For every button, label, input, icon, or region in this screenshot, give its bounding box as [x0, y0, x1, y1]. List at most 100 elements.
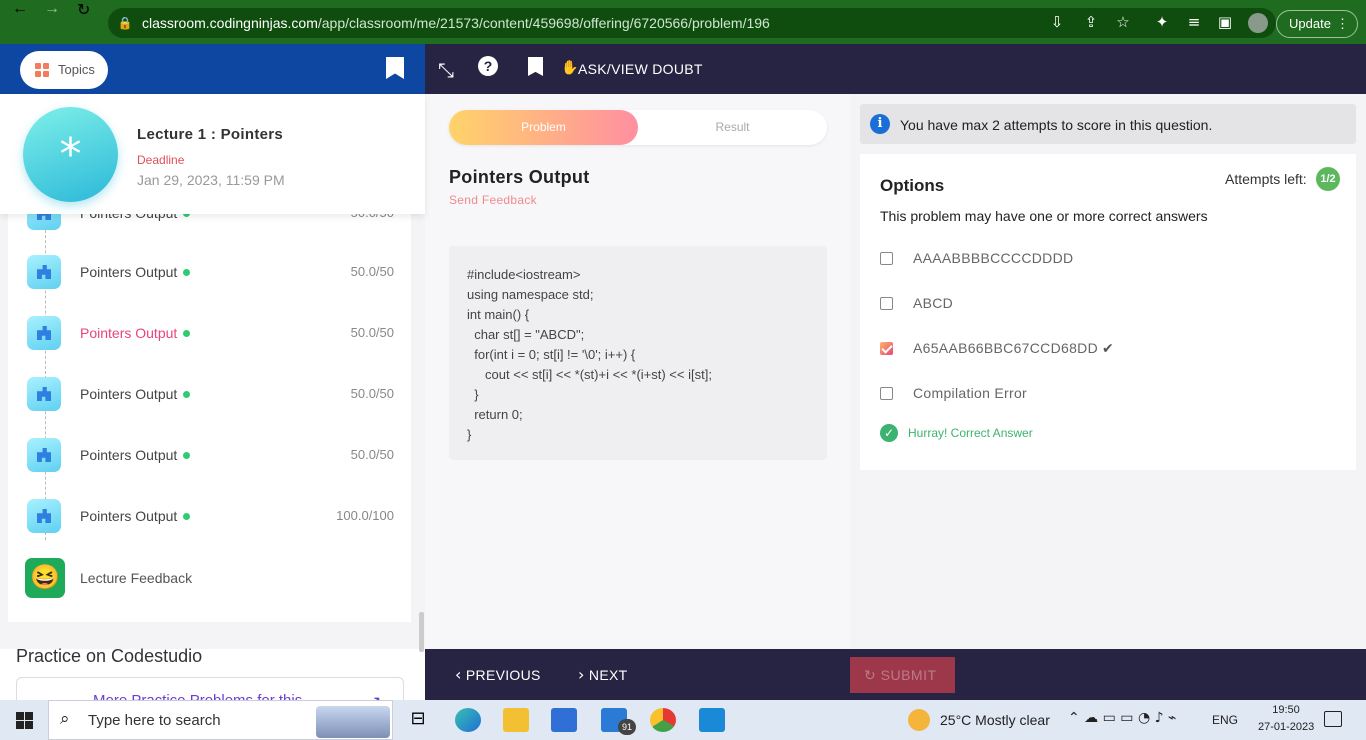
sidebar-item-label: Pointers Output — [80, 264, 191, 280]
item-score: 50.0/50 — [350, 447, 394, 462]
windows-start-icon[interactable] — [16, 712, 33, 729]
smiley-icon[interactable]: 😆 — [25, 558, 65, 598]
reload-icon[interactable]: ↻ — [77, 0, 90, 20]
status-dot — [183, 269, 191, 276]
option-2[interactable]: A65AAB66BBC67CCD68DD ✔ — [880, 338, 1320, 360]
item-score: 50.0/50 — [350, 325, 394, 340]
media-icon[interactable]: ≡ — [1185, 13, 1203, 31]
chrome-icon[interactable] — [650, 708, 676, 732]
notification-icon[interactable] — [1324, 711, 1342, 727]
option-0[interactable]: AAAABBBBCCCCDDDD — [880, 248, 1320, 270]
practice-heading: Practice on Codestudio — [16, 646, 203, 666]
option-text: AAAABBBBCCCCDDDD — [913, 250, 1074, 266]
option-1[interactable]: ABCD — [880, 293, 1320, 315]
refresh-icon: ↻ — [864, 668, 877, 684]
option-text: ABCD — [913, 295, 954, 311]
sidepanel-icon[interactable]: ▣ — [1216, 13, 1234, 31]
sidebar-item-1[interactable]: Pointers Output 50.0/50 — [8, 253, 411, 293]
option-checkbox[interactable] — [880, 252, 893, 265]
submit-button[interactable]: ↻ SUBMIT — [850, 657, 955, 693]
vscode-icon[interactable] — [699, 708, 725, 732]
hand-icon: ✋ — [561, 60, 579, 76]
sidebar-item-2-active[interactable]: Pointers Output 50.0/50 — [8, 314, 411, 354]
option-checkbox[interactable] — [880, 297, 893, 310]
option-3[interactable]: Compilation Error — [880, 383, 1320, 405]
status-dot — [183, 513, 191, 520]
file-explorer-icon[interactable] — [503, 708, 529, 732]
item-score: 100.0/100 — [336, 508, 394, 523]
store-icon[interactable] — [551, 708, 577, 732]
back-icon[interactable]: ← — [12, 0, 28, 18]
check-circle-icon: ✓ — [880, 424, 898, 442]
clock-time[interactable]: 19:50 — [1262, 704, 1310, 716]
puzzle-icon — [27, 377, 61, 411]
sidebar-item-label: Pointers Output — [80, 447, 191, 463]
weather-text[interactable]: 25°C Mostly clear — [940, 712, 1050, 728]
sidebar-item-label: Pointers Output — [80, 386, 191, 402]
url-domain: classroom.codingninjas.com — [142, 15, 318, 31]
sidebar-scrollbar[interactable] — [419, 612, 424, 652]
send-feedback-link[interactable]: Send Feedback — [449, 193, 537, 207]
info-icon: i — [870, 114, 890, 134]
mail-badge: 91 — [618, 719, 636, 735]
search-icon: ⌕ — [60, 709, 70, 729]
code-line: cout << st[i] << *(st)+i << *(i+st) << i… — [467, 367, 712, 382]
chevron-right-icon: › — [578, 665, 585, 684]
previous-button[interactable]: ‹ PREVIOUS — [455, 665, 541, 684]
next-button[interactable]: › NEXT — [578, 665, 627, 684]
sidebar-item-label: Pointers Output — [80, 325, 191, 341]
task-view-icon[interactable]: ⊟ — [405, 708, 431, 732]
search-highlight-image — [316, 706, 390, 738]
submit-label: SUBMIT — [880, 667, 937, 683]
status-dot — [183, 330, 191, 337]
puzzle-icon — [27, 499, 61, 533]
tab-problem[interactable]: Problem — [449, 110, 638, 145]
forward-icon[interactable]: → — [44, 0, 60, 18]
ask-doubt-button[interactable]: ASK/VIEW DOUBT — [578, 61, 703, 77]
tab-result[interactable]: Result — [638, 110, 827, 145]
update-label: Update — [1289, 16, 1331, 31]
code-line: for(int i = 0; st[i] != '\0'; i++) { — [467, 347, 636, 362]
expand-icon[interactable]: ⤡ — [438, 58, 454, 82]
system-tray-icons[interactable]: ⌃ ☁ ▭ ▭ ◔ ♪ ⌁ — [1068, 710, 1176, 726]
multi-answer-note: This problem may have one or more correc… — [880, 208, 1208, 224]
asterisk-icon: * — [23, 107, 118, 202]
code-line: char st[] = "ABCD"; — [467, 327, 585, 342]
url-text[interactable]: classroom.codingninjas.com/app/classroom… — [142, 15, 770, 31]
options-title: Options — [880, 176, 945, 195]
attempts-badge: 1/2 — [1316, 167, 1340, 191]
sidebar-item-3[interactable]: Pointers Output 50.0/50 — [8, 375, 411, 415]
avatar[interactable] — [1248, 13, 1268, 33]
edge-icon[interactable] — [455, 708, 481, 732]
previous-label: PREVIOUS — [465, 667, 541, 683]
topics-label: Topics — [58, 62, 95, 77]
clock-date[interactable]: 27-01-2023 — [1258, 721, 1314, 733]
sidebar-item-5[interactable]: Pointers Output 100.0/100 — [8, 497, 411, 537]
extensions-icon[interactable]: ✦ — [1153, 13, 1171, 31]
item-score: 50.0/50 — [350, 264, 394, 279]
search-placeholder: Type here to search — [88, 712, 221, 729]
puzzle-icon — [27, 255, 61, 289]
topics-button[interactable]: Topics — [20, 51, 108, 89]
code-line: return 0; — [467, 407, 523, 422]
help-icon[interactable]: ? — [478, 56, 498, 76]
code-line: using namespace std; — [467, 287, 594, 302]
url-path: /app/classroom/me/21573/content/459698/o… — [317, 15, 770, 31]
lock-icon[interactable]: 🔒 — [116, 14, 134, 32]
more-icon: ⋮ — [1336, 16, 1349, 31]
puzzle-icon — [27, 438, 61, 472]
update-button[interactable]: Update ⋮ — [1276, 10, 1358, 38]
checkmark-icon: ✔ — [1101, 341, 1115, 357]
sidebar-item-4[interactable]: Pointers Output 50.0/50 — [8, 436, 411, 476]
share-icon[interactable]: ⇪ — [1082, 13, 1100, 31]
install-icon[interactable]: ⇩ — [1048, 13, 1066, 31]
option-checkbox[interactable] — [880, 387, 893, 400]
option-text-wrap: A65AAB66BBC67CCD68DD ✔ — [913, 340, 1114, 357]
star-icon[interactable]: ☆ — [1114, 13, 1132, 31]
status-dot — [183, 391, 191, 398]
lecture-feedback-link[interactable]: Lecture Feedback — [80, 570, 192, 586]
weather-icon — [908, 709, 930, 731]
option-checkbox-checked[interactable] — [880, 342, 893, 355]
language-indicator[interactable]: ENG — [1212, 713, 1238, 727]
puzzle-icon — [27, 316, 61, 350]
